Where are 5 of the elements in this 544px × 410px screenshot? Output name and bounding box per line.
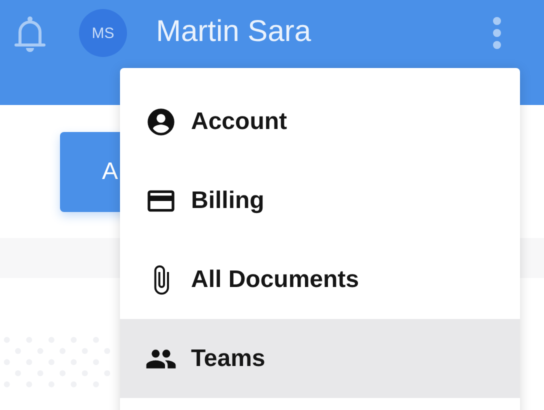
more-menu-icon[interactable]	[492, 17, 502, 49]
menu-item[interactable]: Teams	[120, 319, 520, 398]
user-name: Martin Sara	[156, 15, 312, 49]
menu-item[interactable]: All Documents	[120, 240, 520, 319]
notification-bell-icon[interactable]	[14, 15, 46, 53]
